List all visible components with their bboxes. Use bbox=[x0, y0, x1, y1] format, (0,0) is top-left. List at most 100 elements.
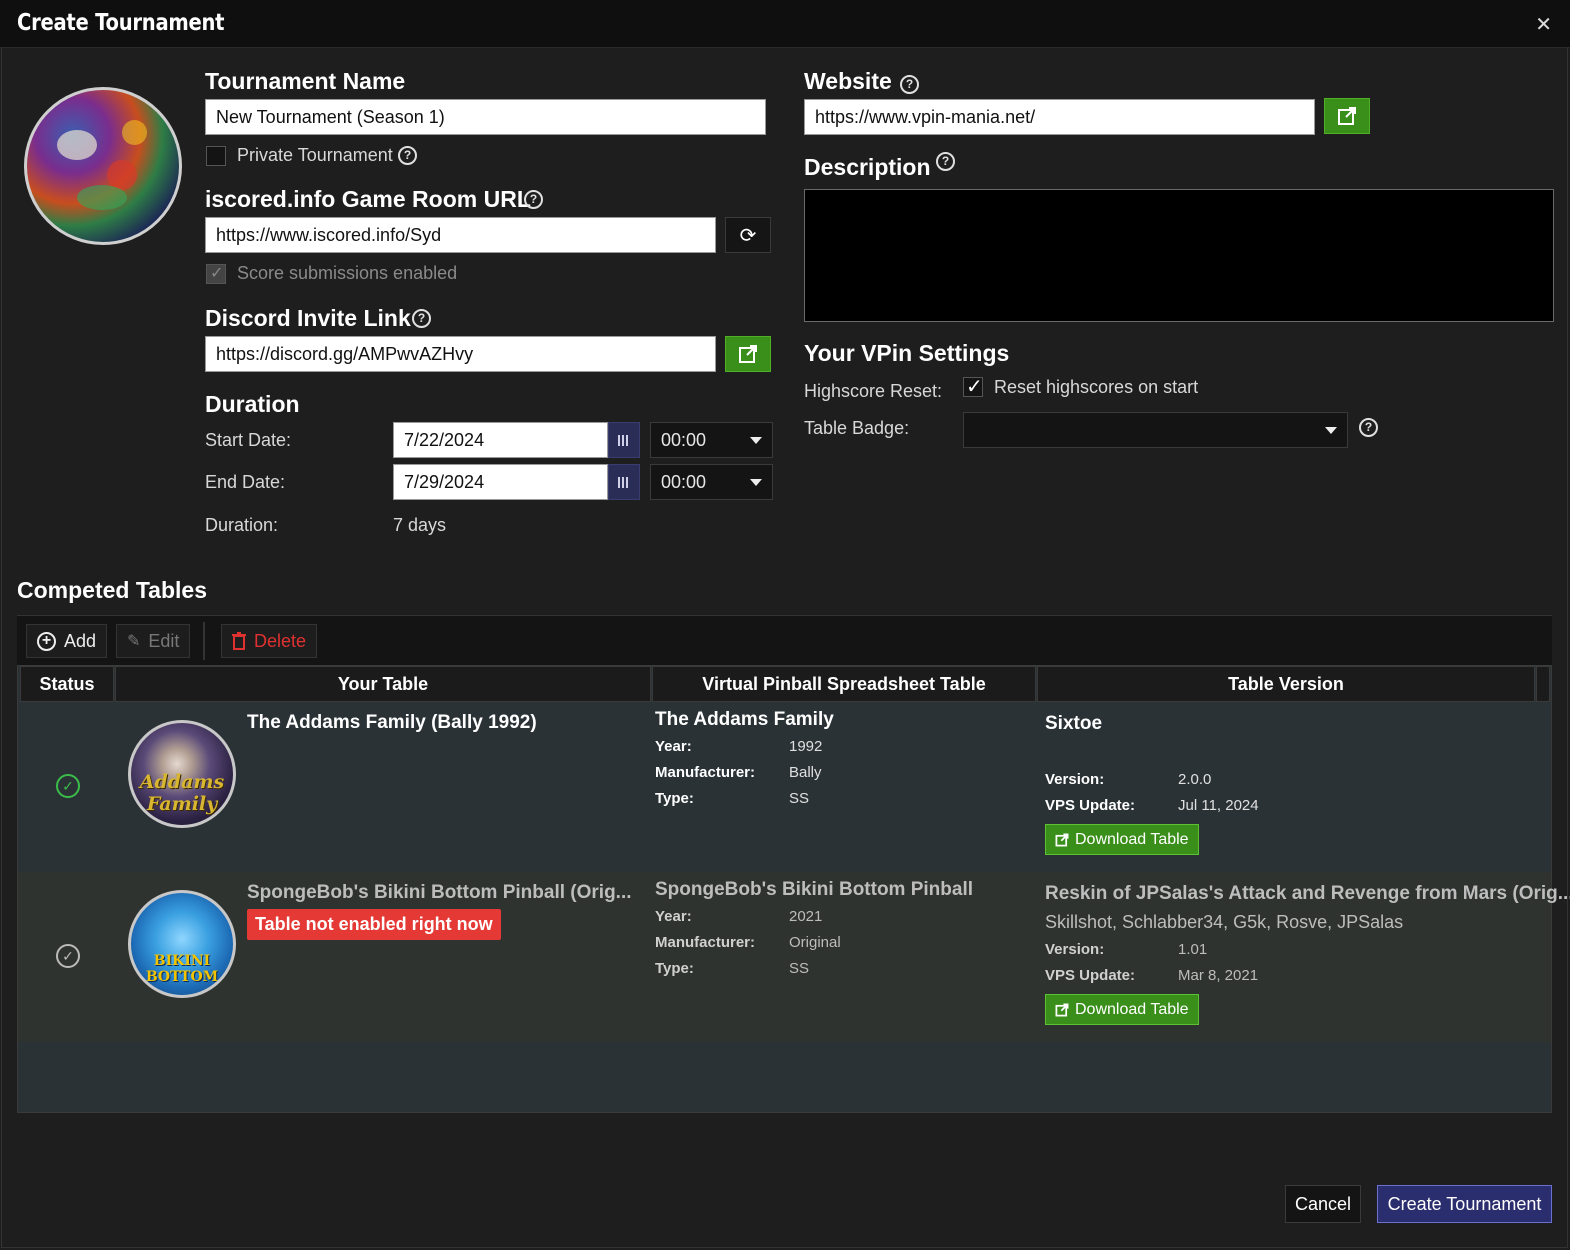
cancel-button[interactable]: Cancel bbox=[1285, 1185, 1361, 1223]
download-table-button[interactable]: Download Table bbox=[1045, 994, 1199, 1025]
plus-circle-icon: + bbox=[37, 631, 56, 651]
vps-table-name: SpongeBob's Bikini Bottom Pinball bbox=[655, 879, 974, 900]
version-label: Version: bbox=[1045, 941, 1105, 958]
create-tournament-button[interactable]: Create Tournament bbox=[1377, 1185, 1552, 1223]
vps-update-value: Mar 8, 2021 bbox=[1178, 967, 1259, 984]
column-header-vps-table[interactable]: Virtual Pinball Spreadsheet Table bbox=[652, 666, 1036, 702]
duration-heading: Duration bbox=[205, 391, 300, 417]
start-date-label: Start Date: bbox=[205, 430, 292, 450]
vps-update-value: Jul 11, 2024 bbox=[1178, 797, 1259, 814]
help-icon[interactable]: ? bbox=[1359, 418, 1378, 437]
start-time-value: 00:00 bbox=[661, 430, 707, 450]
delete-label: Delete bbox=[254, 630, 307, 651]
type-value: SS bbox=[789, 790, 810, 807]
website-label: Website bbox=[804, 68, 892, 94]
manufacturer-value: Bally bbox=[789, 764, 822, 781]
check-circle-icon: ✓ bbox=[56, 944, 80, 968]
column-header-filler bbox=[1536, 666, 1550, 702]
column-header-table-version[interactable]: Table Version bbox=[1037, 666, 1535, 702]
table-wheel-image: Addams Family bbox=[128, 720, 236, 828]
your-table-name: SpongeBob's Bikini Bottom Pinball (Orig.… bbox=[247, 882, 632, 903]
tables-toolbar: + Add ✎ Edit Delete bbox=[17, 615, 1552, 665]
wheel-logo-text: Addams Family bbox=[139, 771, 225, 815]
help-icon[interactable]: ? bbox=[398, 146, 417, 165]
end-time-value: 00:00 bbox=[661, 472, 707, 492]
discord-link-input[interactable]: https://discord.gg/AMPwvAZHvy bbox=[205, 336, 716, 372]
chevron-down-icon bbox=[1325, 427, 1337, 434]
download-table-button[interactable]: Download Table bbox=[1045, 824, 1199, 855]
website-input[interactable]: https://www.vpin-mania.net/ bbox=[804, 99, 1315, 135]
vps-update-label: VPS Update: bbox=[1045, 797, 1136, 814]
table-row[interactable]: ✓ BIKINI BOTTOM SpongeBob's Bikini Botto… bbox=[18, 872, 1570, 1042]
open-website-button[interactable] bbox=[1324, 98, 1370, 134]
vps-update-label: VPS Update: bbox=[1045, 967, 1136, 984]
description-textarea[interactable] bbox=[804, 189, 1554, 322]
refresh-icon: ⟳ bbox=[739, 224, 757, 247]
table-row[interactable]: ✓ Addams Family The Addams Family (Bally… bbox=[18, 702, 1551, 872]
manufacturer-label: Manufacturer: bbox=[655, 764, 756, 781]
help-icon[interactable]: ? bbox=[936, 152, 955, 171]
highscore-reset-label: Highscore Reset: bbox=[804, 381, 943, 401]
start-time-select[interactable]: 00:00 bbox=[650, 422, 773, 458]
check-icon: ✓ bbox=[210, 265, 224, 282]
reset-highscores-label: Reset highscores on start bbox=[994, 377, 1199, 397]
table-badge-select[interactable] bbox=[963, 412, 1348, 448]
end-date-input[interactable]: 7/29/2024 bbox=[393, 464, 608, 500]
type-label: Type: bbox=[655, 790, 694, 807]
download-label: Download Table bbox=[1075, 1000, 1189, 1018]
manufacturer-label: Manufacturer: bbox=[655, 934, 756, 951]
trash-icon bbox=[232, 632, 246, 650]
pencil-icon: ✎ bbox=[127, 633, 141, 650]
empty-row bbox=[18, 1042, 1551, 1092]
not-enabled-badge: Table not enabled right now bbox=[247, 909, 501, 940]
reset-highscores-checkbox[interactable]: ✓ bbox=[963, 376, 983, 398]
private-tournament-checkbox[interactable] bbox=[206, 146, 226, 166]
your-table-name: The Addams Family (Bally 1992) bbox=[247, 712, 537, 733]
tournament-name-input[interactable]: New Tournament (Season 1) bbox=[205, 99, 766, 135]
external-link-icon bbox=[1055, 833, 1069, 846]
version-label: Version: bbox=[1045, 771, 1105, 788]
iscored-url-label: iscored.info Game Room URL bbox=[205, 186, 531, 212]
start-date-input[interactable]: 7/22/2024 bbox=[393, 422, 608, 458]
description-label: Description bbox=[804, 154, 931, 180]
version-value: 2.0.0 bbox=[1178, 771, 1212, 788]
window-title: Create Tournament bbox=[17, 10, 225, 36]
duration-value: 7 days bbox=[393, 515, 447, 535]
score-submissions-label: Score submissions enabled bbox=[237, 263, 458, 283]
edit-label: Edit bbox=[148, 630, 180, 651]
add-label: Add bbox=[64, 630, 97, 651]
refresh-button[interactable]: ⟳ bbox=[725, 217, 771, 253]
help-icon[interactable]: ? bbox=[412, 309, 431, 328]
column-header-status[interactable]: Status bbox=[20, 666, 114, 702]
vps-table-name: The Addams Family bbox=[655, 709, 834, 730]
tournament-avatar[interactable] bbox=[24, 87, 182, 245]
column-header-your-table[interactable]: Your Table bbox=[115, 666, 651, 702]
calendar-icon[interactable] bbox=[608, 464, 640, 500]
version-authors: Skillshot, Schlabber34, G5k, Rosve, JPSa… bbox=[1045, 912, 1404, 932]
score-submissions-checkbox[interactable]: ✓ bbox=[206, 264, 226, 284]
toolbar-divider bbox=[203, 622, 205, 660]
add-button[interactable]: + Add bbox=[26, 624, 108, 658]
vpin-settings-heading: Your VPin Settings bbox=[804, 340, 1010, 366]
help-icon[interactable]: ? bbox=[524, 190, 543, 209]
chevron-down-icon bbox=[750, 437, 762, 444]
competed-tables-heading: Competed Tables bbox=[17, 577, 207, 603]
table-badge-label: Table Badge: bbox=[804, 418, 910, 438]
external-link-icon bbox=[1338, 107, 1356, 125]
title-bar: Create Tournament ✕ bbox=[0, 0, 1570, 48]
edit-button[interactable]: ✎ Edit bbox=[116, 624, 191, 658]
check-icon: ✓ bbox=[966, 376, 983, 398]
calendar-icon[interactable] bbox=[608, 422, 640, 458]
year-value: 1992 bbox=[789, 738, 823, 755]
competed-tables-grid: Status Your Table Virtual Pinball Spread… bbox=[17, 665, 1570, 1113]
end-time-select[interactable]: 00:00 bbox=[650, 464, 773, 500]
iscored-url-input[interactable]: https://www.iscored.info/Syd bbox=[205, 217, 716, 253]
open-discord-button[interactable] bbox=[725, 336, 771, 372]
help-icon[interactable]: ? bbox=[900, 75, 919, 94]
manufacturer-value: Original bbox=[789, 934, 841, 951]
check-circle-icon: ✓ bbox=[56, 774, 80, 798]
close-icon[interactable]: ✕ bbox=[1535, 12, 1552, 37]
delete-button[interactable]: Delete bbox=[221, 624, 318, 658]
private-tournament-label: Private Tournament bbox=[237, 145, 393, 165]
duration-label: Duration: bbox=[205, 515, 279, 535]
